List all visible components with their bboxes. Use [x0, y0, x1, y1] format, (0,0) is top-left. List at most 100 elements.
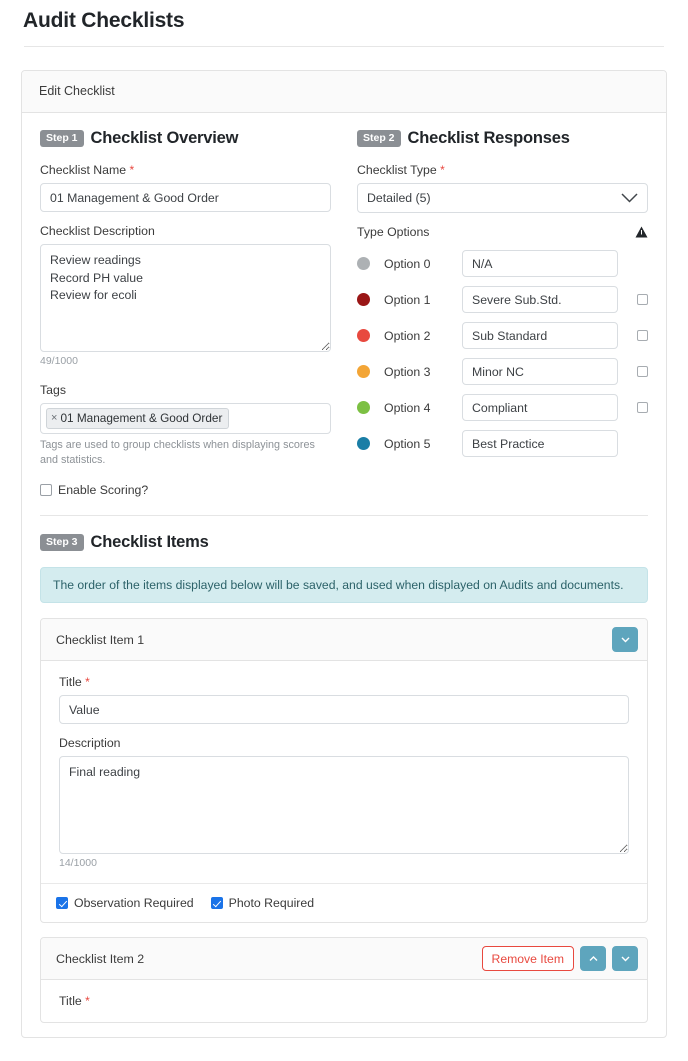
option-checkbox[interactable]	[637, 402, 648, 413]
option-label: Option 2	[384, 328, 431, 343]
chevron-down-icon	[621, 637, 629, 642]
option-label: Option 1	[384, 292, 431, 307]
option-label: Option 4	[384, 400, 431, 415]
step3-title: Checklist Items	[90, 533, 209, 551]
observation-required-checkbox[interactable]	[56, 897, 68, 909]
tags-label: Tags	[40, 383, 66, 397]
item-title-label: Title *	[59, 994, 629, 1008]
steps-columns: Step 1 Checklist Overview Checklist Name…	[40, 129, 648, 497]
option-color-dot	[357, 329, 370, 342]
checklist-name-input[interactable]	[40, 183, 331, 212]
step2-column: Step 2 Checklist Responses Checklist Typ…	[357, 129, 648, 497]
checklist-description-textarea[interactable]: Review readings Record PH value Review f…	[40, 244, 331, 352]
required-asterisk: *	[81, 994, 90, 1008]
collapse-item-button[interactable]	[612, 627, 638, 652]
enable-scoring-label: Enable Scoring?	[58, 483, 149, 497]
checklist-type-label: Checklist Type *	[357, 163, 648, 177]
option-color-dot	[357, 437, 370, 450]
collapse-item-button[interactable]	[612, 946, 638, 971]
tags-input[interactable]: × 01 Management & Good Order	[40, 403, 331, 434]
chevron-down-icon	[621, 956, 629, 961]
step2-badge: Step 2	[357, 130, 401, 147]
card-header: Edit Checklist	[22, 71, 666, 113]
item-title-label: Title *	[59, 675, 629, 689]
checklist-item-title: Checklist Item 2	[56, 951, 145, 966]
page-title: Audit Checklists	[23, 9, 185, 32]
step1-column: Step 1 Checklist Overview Checklist Name…	[40, 129, 331, 497]
option-label: Option 3	[384, 364, 431, 379]
tags-help-text: Tags are used to group checklists when d…	[40, 439, 315, 466]
type-options-list: Option 0 Option 1 Option 2	[357, 250, 648, 457]
enable-scoring-row[interactable]: Enable Scoring?	[40, 483, 331, 497]
item-title-input[interactable]	[59, 695, 629, 724]
option-checkbox-slot	[618, 402, 648, 413]
photo-required-row[interactable]: Photo Required	[210, 896, 315, 910]
option-value-input[interactable]	[462, 250, 618, 277]
item-title-label-text: Title	[59, 675, 82, 689]
option-checkbox-slot	[618, 330, 648, 341]
option-value-input[interactable]	[462, 430, 618, 457]
item-description-textarea[interactable]: Final reading	[59, 756, 629, 854]
step2-heading: Step 2 Checklist Responses	[357, 129, 648, 148]
checklist-description-field: Checklist Description Review readings Re…	[40, 224, 331, 367]
checklist-description-counter: 49/1000	[40, 355, 78, 367]
checklist-item-header[interactable]: Checklist Item 1	[41, 619, 647, 661]
item-title-label-text: Title	[59, 994, 82, 1008]
option-label: Option 0	[384, 256, 431, 271]
option-checkbox[interactable]	[637, 366, 648, 377]
option-checkbox-slot	[618, 366, 648, 377]
photo-required-label: Photo Required	[228, 896, 315, 910]
enable-scoring-checkbox[interactable]	[40, 484, 52, 496]
option-row: Option 1	[357, 286, 648, 313]
item-description-field: Description Final reading 14/1000	[59, 736, 629, 869]
observation-required-row[interactable]: Observation Required	[56, 896, 194, 910]
required-asterisk: *	[126, 163, 135, 177]
option-value-input[interactable]	[462, 394, 618, 421]
option-row: Option 2	[357, 322, 648, 349]
checklist-item-actions	[612, 627, 638, 652]
item-description-label: Description	[59, 736, 121, 750]
move-item-up-button[interactable]	[580, 946, 606, 971]
checklist-type-label-text: Checklist Type	[357, 163, 437, 177]
step3-badge: Step 3	[40, 534, 84, 551]
checklist-type-select[interactable]: Detailed (5)	[357, 183, 648, 213]
option-checkbox[interactable]	[637, 330, 648, 341]
photo-required-checkbox[interactable]	[210, 897, 223, 909]
step1-badge: Step 1	[40, 130, 84, 147]
checklist-item-panel: Checklist Item 2 Remove Item Title *	[40, 937, 648, 1023]
option-row: Option 3	[357, 358, 648, 385]
edit-checklist-card: Edit Checklist Step 1 Checklist Overview…	[21, 70, 667, 1038]
step2-title: Checklist Responses	[407, 129, 570, 147]
step3-heading: Step 3 Checklist Items	[40, 533, 648, 552]
type-options-label: Type Options	[357, 225, 430, 239]
card-body: Step 1 Checklist Overview Checklist Name…	[22, 113, 666, 1023]
option-value-input[interactable]	[462, 286, 618, 313]
checklist-item-body: Title *	[41, 980, 647, 1022]
option-color-dot	[357, 293, 370, 306]
checklist-item-body: Title * Description Final reading 14/100…	[41, 661, 647, 883]
tag-chip[interactable]: × 01 Management & Good Order	[46, 408, 230, 429]
audit-checklists-page: Audit Checklists Edit Checklist Step 1 C…	[0, 0, 688, 1061]
item-title-field: Title *	[59, 994, 629, 1008]
option-row: Option 5	[357, 430, 648, 457]
option-row: Option 4	[357, 394, 648, 421]
checklist-item-header[interactable]: Checklist Item 2 Remove Item	[41, 938, 647, 980]
item-description-counter: 14/1000	[59, 857, 97, 869]
checklist-name-label: Checklist Name *	[40, 163, 331, 177]
item-title-field: Title *	[59, 675, 629, 724]
checklist-name-field: Checklist Name *	[40, 163, 331, 212]
checklist-item-title: Checklist Item 1	[56, 632, 145, 647]
tags-field: Tags × 01 Management & Good Order Tags ar…	[40, 383, 331, 467]
remove-item-button[interactable]: Remove Item	[481, 946, 574, 971]
option-checkbox-slot	[618, 294, 648, 305]
tag-remove-icon[interactable]: ×	[51, 410, 57, 426]
option-checkbox[interactable]	[637, 294, 648, 305]
title-divider	[24, 46, 664, 47]
option-value-input[interactable]	[462, 358, 618, 385]
option-label: Option 5	[384, 436, 431, 451]
option-value-input[interactable]	[462, 322, 618, 349]
option-color-dot	[357, 365, 370, 378]
checklist-name-label-text: Checklist Name	[40, 163, 127, 177]
checklist-item-actions: Remove Item	[481, 946, 638, 971]
required-asterisk: *	[436, 163, 445, 177]
